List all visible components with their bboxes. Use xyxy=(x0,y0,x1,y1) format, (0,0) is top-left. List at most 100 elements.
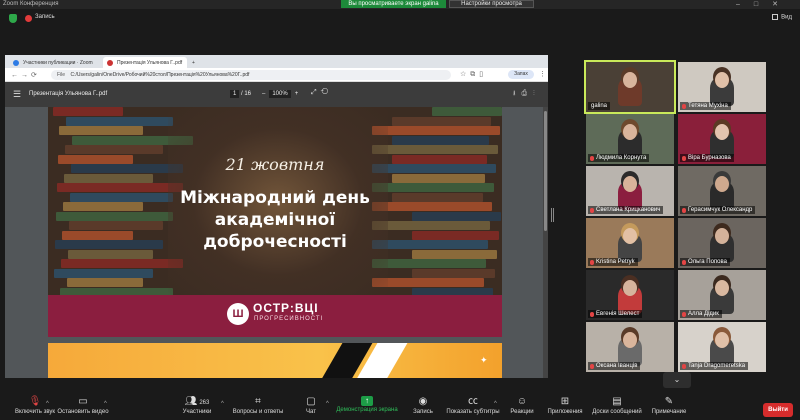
participant-head xyxy=(715,124,729,140)
shared-screen[interactable]: Участники публикации · Zoom Презентація … xyxy=(5,55,548,378)
participant-tile[interactable]: Тетяна Мухіна xyxy=(678,62,766,112)
minimize-button[interactable]: – xyxy=(736,1,754,8)
print-icon[interactable]: ⎙ xyxy=(521,90,533,97)
close-button[interactable]: ✕ xyxy=(772,1,792,8)
muted-mic-icon xyxy=(590,260,594,265)
participant-head xyxy=(715,176,729,192)
stop-video-button[interactable]: ▭ Остановить видео xyxy=(48,396,118,415)
pdf-page-indicator[interactable]: 1 / 16 xyxy=(230,90,251,98)
browser-tab-strip: Участники публикации · Zoom Презентація … xyxy=(5,55,548,68)
participant-name: Алла Дідик xyxy=(688,311,719,317)
shelf-book xyxy=(392,173,485,183)
security-shield-icon[interactable] xyxy=(9,14,17,23)
participant-tile[interactable]: Оксана Іванців xyxy=(586,322,674,372)
pdf-more-icon[interactable]: ⋮ xyxy=(533,90,541,97)
pdf-scrollbar-thumb[interactable] xyxy=(544,111,547,231)
slide-page-1: 21 жовтня Міжнародний день академічної д… xyxy=(48,107,502,337)
recording-dot-icon xyxy=(25,15,32,22)
browser-tab-label: Презентація Ульянова Г..pdf xyxy=(117,60,183,66)
pdf-zoom-control[interactable]: –100% + xyxy=(262,90,298,98)
participant-tile[interactable]: Алла Дідик xyxy=(678,270,766,320)
bookmark-star-icon[interactable]: ☆⧉▯ xyxy=(460,70,487,79)
shelf-book xyxy=(392,135,489,145)
gallery-next-page-button[interactable]: ⌄ xyxy=(663,372,691,388)
participant-tile[interactable]: Евгенія Шелест xyxy=(586,270,674,320)
leave-button[interactable]: Выйти xyxy=(763,403,793,417)
zoom-out-icon[interactable]: – xyxy=(262,91,265,97)
split-divider-handle[interactable] xyxy=(551,208,554,222)
pdf-zoom-value[interactable]: 100% xyxy=(269,90,291,98)
share-screen-icon: ↑ xyxy=(361,396,373,406)
notes-button[interactable]: ✎ Примечание xyxy=(634,396,704,415)
participant-tile[interactable]: Віра Бурназова xyxy=(678,114,766,164)
new-tab-button[interactable]: + xyxy=(187,57,203,68)
participant-name-tag: Ольга Попова xyxy=(680,258,730,266)
participant-name-tag: Светлана Крицканович xyxy=(588,206,664,214)
participant-name: Оксана Іванців xyxy=(596,363,638,369)
shelf-book xyxy=(372,259,486,268)
participant-tile[interactable]: Ольга Попова xyxy=(678,218,766,268)
fit-page-icon[interactable]: ⤢⟲ xyxy=(311,89,332,97)
view-settings-button[interactable]: Настройки просмотра xyxy=(449,0,534,8)
muted-mic-icon xyxy=(590,364,594,369)
participant-name: galina xyxy=(591,103,608,109)
participant-head xyxy=(623,228,637,244)
muted-mic-icon xyxy=(682,312,686,317)
participants-label: Участники xyxy=(182,409,212,415)
shelf-book xyxy=(372,145,498,154)
pdf-viewer[interactable]: 21 жовтня Міжнародний день академічної д… xyxy=(5,107,548,378)
participant-head xyxy=(623,280,637,296)
pdf-menu-icon[interactable]: ☰ xyxy=(13,89,21,100)
url-field[interactable]: File C:/Users/galin/OneDrive/Робочий%20с… xyxy=(51,70,451,80)
notes-label: Примечание xyxy=(651,409,687,415)
browser-menu-icon[interactable]: ⋮ xyxy=(539,70,546,78)
participant-name-tag: Евгенія Шелест xyxy=(588,310,643,318)
participant-tile[interactable]: galina xyxy=(584,60,676,114)
participant-name: Евгенія Шелест xyxy=(596,311,640,317)
participant-head xyxy=(623,72,637,88)
participant-name: Віра Бурназова xyxy=(688,155,731,161)
participant-tile[interactable]: Герасимчук Олександр xyxy=(678,166,766,216)
pdf-file-name: Презентація Ульянова Г..pdf xyxy=(29,91,108,97)
participant-name-tag: Kristina Petryk xyxy=(588,258,638,266)
shelf-book xyxy=(432,107,502,116)
participant-name: Kristina Petryk xyxy=(596,259,635,265)
participant-tile[interactable]: Светлана Крицканович xyxy=(586,166,674,216)
maximize-button[interactable]: □ xyxy=(754,1,772,8)
shelf-book xyxy=(66,116,173,126)
participant-name: Герасимчук Олександр xyxy=(688,207,753,213)
browser-nav-icons[interactable]: ←→⟳ xyxy=(11,71,40,79)
chat-options-caret-icon[interactable]: ^ xyxy=(326,401,329,407)
slide-title: Міжнародний день академічної доброчеснос… xyxy=(48,187,502,253)
window-controls[interactable]: –□✕ xyxy=(736,0,792,8)
shelf-book xyxy=(53,107,123,116)
participant-head xyxy=(715,72,729,88)
participant-name-tag: Тетяна Мухіна xyxy=(680,102,731,110)
zoom-in-icon[interactable]: + xyxy=(295,91,299,97)
participant-head xyxy=(623,124,637,140)
shelf-book xyxy=(59,126,143,135)
muted-mic-icon xyxy=(590,312,594,317)
participant-head xyxy=(623,176,637,192)
sparkle-icon: ✦ xyxy=(480,355,488,365)
view-button[interactable]: Вид xyxy=(772,14,792,21)
pdf-actions[interactable]: ⭳⎙⋮ xyxy=(513,89,541,100)
stop-video-label: Остановить видео xyxy=(57,409,109,415)
participant-head xyxy=(715,280,729,296)
browser-tab-pdf[interactable]: Презентація Ульянова Г..pdf xyxy=(103,57,187,68)
grid-view-icon xyxy=(772,14,779,20)
shelf-book xyxy=(372,278,484,287)
url-scheme-label: File xyxy=(57,72,66,78)
participant-name-tag: Оксана Іванців xyxy=(588,362,641,370)
pdf-page-input[interactable]: 1 xyxy=(230,90,240,98)
window-title: Zoom Конференция xyxy=(3,1,59,7)
profile-button[interactable]: Запах xyxy=(508,70,534,79)
participant-name: Ольга Попова xyxy=(688,259,727,265)
participant-tile[interactable]: Людмила Корнута xyxy=(586,114,674,164)
participant-tile[interactable]: Tanja Dragomeretska xyxy=(678,322,766,372)
browser-tab-zoom[interactable]: Участники публикации · Zoom xyxy=(9,57,101,68)
participant-tile[interactable]: Kristina Petryk xyxy=(586,218,674,268)
participant-head xyxy=(715,332,729,348)
participant-name-tag: galina xyxy=(588,102,611,110)
video-options-caret-icon[interactable]: ^ xyxy=(104,401,107,407)
